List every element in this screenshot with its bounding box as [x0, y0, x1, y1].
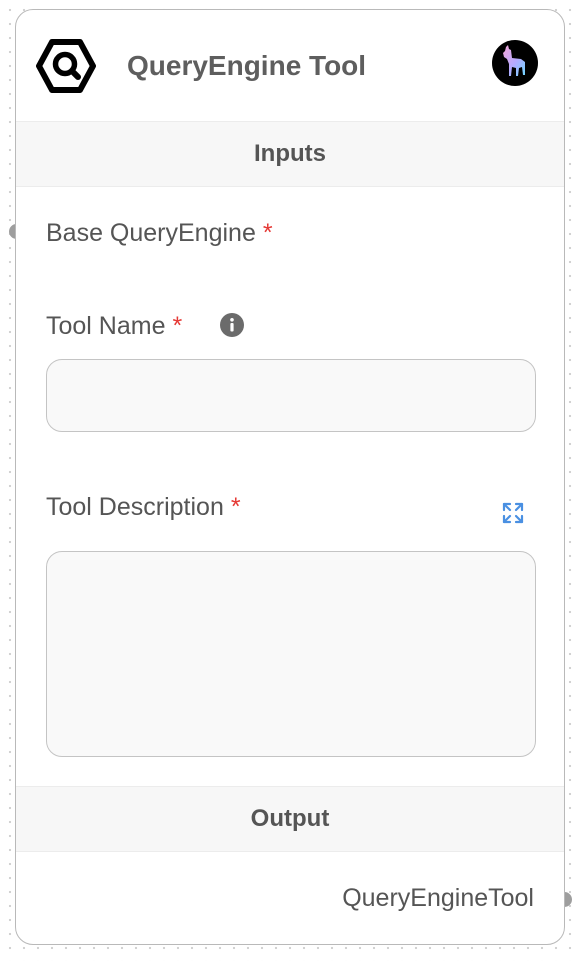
queryengine-tool-node[interactable]: QueryEngine Tool Inputs Base QueryEngine…	[15, 9, 565, 945]
node-title: QueryEngine Tool	[127, 50, 367, 81]
base-queryengine-label-text: Base QueryEngine	[46, 219, 256, 247]
tool-name-label: Tool Name *	[46, 311, 182, 341]
tool-description-label-text: Tool Description	[46, 493, 224, 521]
info-icon[interactable]	[220, 313, 244, 337]
base-queryengine-label: Base QueryEngine *	[46, 218, 273, 248]
expand-icon[interactable]	[501, 501, 525, 525]
output-section-header: Output	[16, 786, 564, 852]
llama-icon	[492, 40, 538, 86]
required-asterisk: *	[262, 219, 273, 247]
inputs-section-header: Inputs	[16, 121, 564, 187]
tool-description-textarea[interactable]	[46, 551, 536, 757]
required-asterisk: *	[172, 312, 183, 340]
tool-name-label-text: Tool Name	[46, 312, 166, 340]
query-engine-icon	[36, 39, 96, 93]
node-header: QueryEngine Tool	[16, 10, 564, 122]
output-queryenginetool-label: QueryEngineTool	[342, 884, 534, 912]
required-asterisk: *	[230, 493, 241, 521]
tool-name-input[interactable]	[46, 359, 536, 432]
tool-description-label: Tool Description *	[46, 492, 241, 522]
